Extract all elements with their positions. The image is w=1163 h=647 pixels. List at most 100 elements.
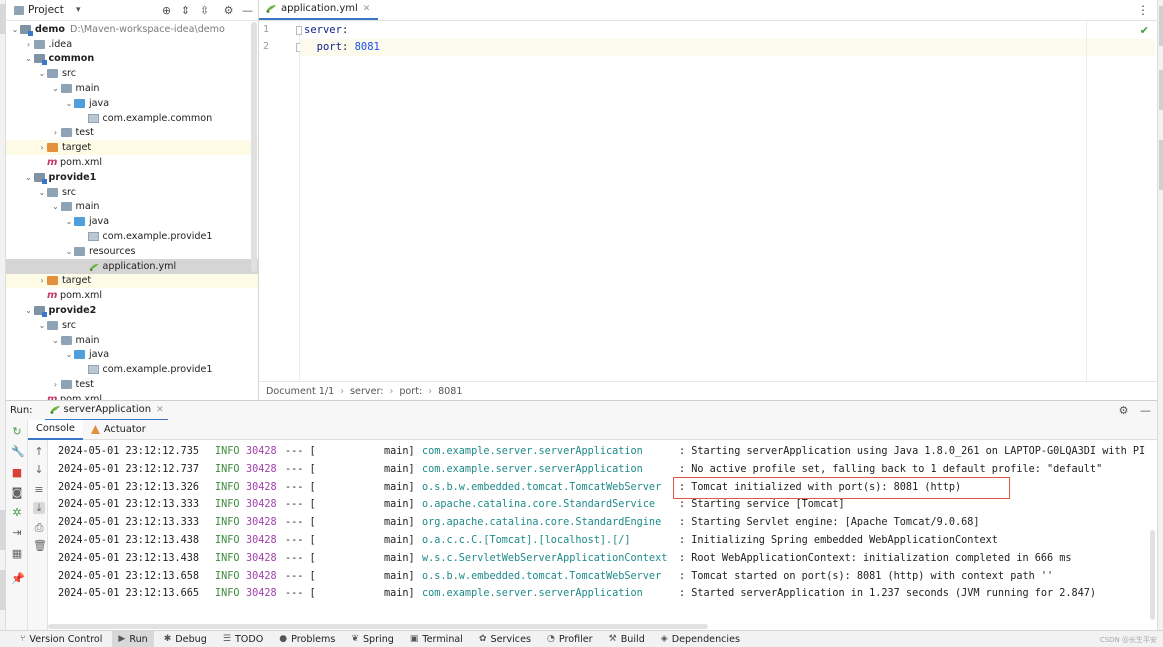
tree-item[interactable]: ⌄ java xyxy=(6,214,258,229)
breadcrumb-item[interactable]: port: xyxy=(399,386,422,397)
tool-window-profiler[interactable]: ◔ Profiler xyxy=(541,631,599,647)
chevron-down-icon[interactable]: ⌄ xyxy=(24,173,34,182)
tool-window-todo[interactable]: ☰ TODO xyxy=(217,631,269,647)
wrench-icon[interactable]: 🔧 xyxy=(11,446,25,458)
chevron-right-icon[interactable]: › xyxy=(37,276,47,285)
chevron-down-icon[interactable]: ⌄ xyxy=(24,306,34,315)
pin-icon[interactable]: 📌 xyxy=(11,573,25,585)
debug-bug-icon[interactable]: ✲ xyxy=(11,507,23,519)
chevron-right-icon[interactable]: › xyxy=(37,143,47,152)
console-output[interactable]: 2024-05-01 23:12:13.665 INFO 30428 --- [mai… xyxy=(48,440,1157,630)
chevron-down-icon[interactable]: ⌄ xyxy=(64,247,74,256)
tool-window-dependencies[interactable]: ◈ Dependencies xyxy=(655,631,746,647)
chevron-down-icon[interactable]: ⌄ xyxy=(51,336,61,345)
tree-item[interactable]: com.example.provide1 xyxy=(6,362,258,377)
tree-item[interactable]: ⌄ provide1 xyxy=(6,170,258,185)
layout-icon[interactable]: ▦ xyxy=(11,548,23,560)
tree-item[interactable]: ⌄ java xyxy=(6,96,258,111)
project-panel-title[interactable]: Project xyxy=(28,4,64,16)
chevron-down-icon[interactable]: ⌄ xyxy=(10,25,20,34)
tool-window-services[interactable]: ✿ Services xyxy=(473,631,537,647)
tree-item[interactable]: ⌄ src xyxy=(6,66,258,81)
chevron-down-icon[interactable]: ⌄ xyxy=(64,99,74,108)
log-logger[interactable]: org.apache.catalina.core.StandardEngine xyxy=(422,514,661,532)
tool-window-run[interactable]: ▶ Run xyxy=(112,630,154,647)
tool-window-build[interactable]: ⚒ Build xyxy=(603,631,651,647)
tree-item[interactable]: ⌄ src xyxy=(6,318,258,333)
check-icon[interactable]: ✔ xyxy=(1140,24,1149,37)
log-logger[interactable]: o.s.b.w.embedded.tomcat.TomcatWebServer xyxy=(422,479,661,497)
tree-item[interactable]: application.yml xyxy=(6,258,258,274)
tree-item[interactable]: com.example.common xyxy=(6,111,258,126)
tree-item[interactable]: ⌄ demo D:\Maven-workspace-idea\demo xyxy=(6,22,258,37)
breadcrumb-item[interactable]: server: xyxy=(350,386,383,397)
tree-item[interactable]: m pom.xml xyxy=(6,155,258,170)
expand-all-icon[interactable]: ⇕ xyxy=(179,4,192,17)
chevron-down-icon[interactable]: ⌄ xyxy=(37,188,47,197)
tree-item[interactable]: ⌄ main xyxy=(6,81,258,96)
tree-item[interactable]: › .idea xyxy=(6,37,258,52)
tree-item[interactable]: ⌄ java xyxy=(6,348,258,363)
collapse-all-icon[interactable]: ⇳ xyxy=(198,4,211,17)
database-tool-tab[interactable] xyxy=(1159,70,1163,110)
breadcrumb-item[interactable]: 8081 xyxy=(438,386,462,397)
chevron-down-icon[interactable]: ⌄ xyxy=(51,202,61,211)
run-config-tab[interactable]: serverApplication ✕ xyxy=(44,401,168,421)
close-icon[interactable]: ✕ xyxy=(156,405,164,415)
tool-window-problems[interactable]: ● Problems xyxy=(273,631,341,647)
exit-icon[interactable]: ⇥ xyxy=(11,527,23,539)
tree-item[interactable]: ⌄ resources xyxy=(6,244,258,259)
chevron-right-icon[interactable]: › xyxy=(51,128,61,137)
tool-window-version-control[interactable]: ⑂ Version Control xyxy=(14,631,108,647)
chevron-down-icon[interactable]: ⌄ xyxy=(51,84,61,93)
hide-panel-icon[interactable]: — xyxy=(241,4,254,17)
tool-window-spring[interactable]: ❦ Spring xyxy=(345,631,400,647)
gear-icon[interactable]: ⚙ xyxy=(222,4,235,17)
maven-tool-tab[interactable] xyxy=(1159,140,1163,190)
code-area[interactable]: server: port: 8081 xyxy=(300,21,1155,381)
tree-item[interactable]: › target xyxy=(6,273,258,289)
soft-wrap-icon[interactable]: ≡ xyxy=(33,484,45,496)
chevron-down-icon[interactable]: ⌄ xyxy=(64,350,74,359)
console-vertical-scrollbar[interactable] xyxy=(1150,530,1155,620)
log-logger[interactable]: o.s.b.w.embedded.tomcat.TomcatWebServer xyxy=(422,568,661,586)
hide-panel-icon[interactable]: — xyxy=(1140,404,1151,417)
tree-item[interactable]: ⌄ main xyxy=(6,200,258,215)
tool-window-terminal[interactable]: ▣ Terminal xyxy=(404,631,469,647)
tree-item[interactable]: com.example.provide1 xyxy=(6,229,258,244)
tree-item[interactable]: ⌄ main xyxy=(6,333,258,348)
more-options-icon[interactable]: ⋮ xyxy=(1137,3,1149,17)
tab-actuator[interactable]: Actuator xyxy=(83,420,154,440)
tree-item[interactable]: › target xyxy=(6,140,258,156)
chevron-down-icon[interactable]: ⌄ xyxy=(24,54,34,63)
camera-icon[interactable]: ◙ xyxy=(11,487,23,499)
console-horizontal-scrollbar[interactable] xyxy=(48,624,708,629)
arrow-up-icon[interactable]: ↑ xyxy=(33,446,45,458)
trash-icon[interactable]: 🗑 xyxy=(33,540,47,552)
tree-item[interactable]: m pom.xml xyxy=(6,392,258,400)
gear-icon[interactable]: ⚙ xyxy=(1119,404,1129,417)
tree-item[interactable]: ⌄ common xyxy=(6,52,258,67)
project-tree-scrollbar[interactable] xyxy=(251,22,257,272)
chevron-down-icon[interactable]: ⌄ xyxy=(37,69,47,78)
print-icon[interactable]: ⎙ xyxy=(33,522,45,534)
chevron-right-icon[interactable]: › xyxy=(51,380,61,389)
tab-console[interactable]: Console xyxy=(28,419,83,440)
tool-window-debug[interactable]: ✱ Debug xyxy=(158,631,213,647)
arrow-down-icon[interactable]: ↓ xyxy=(33,464,45,476)
notifications-tool-tab[interactable] xyxy=(1159,6,1163,46)
breadcrumb-item[interactable]: Document 1/1 xyxy=(266,386,334,397)
locate-file-icon[interactable]: ⊕ xyxy=(160,4,173,17)
log-logger[interactable]: o.apache.catalina.core.StandardService xyxy=(422,496,655,514)
log-logger[interactable]: w.s.c.ServletWebServerApplicationContext xyxy=(422,550,667,568)
close-icon[interactable]: ✕ xyxy=(363,4,371,14)
stop-icon[interactable]: ■ xyxy=(11,467,23,479)
chevron-down-icon[interactable]: ▾ xyxy=(76,5,81,15)
scroll-to-end-icon[interactable]: ⤓ xyxy=(33,502,45,514)
tree-item[interactable]: › test xyxy=(6,126,258,141)
chevron-down-icon[interactable]: ⌄ xyxy=(37,321,47,330)
tree-item[interactable]: ⌄ provide2 xyxy=(6,303,258,318)
tree-item[interactable]: m pom.xml xyxy=(6,288,258,303)
chevron-right-icon[interactable]: › xyxy=(24,40,34,49)
editor-tab-application-yml[interactable]: application.yml ✕ xyxy=(259,0,379,20)
